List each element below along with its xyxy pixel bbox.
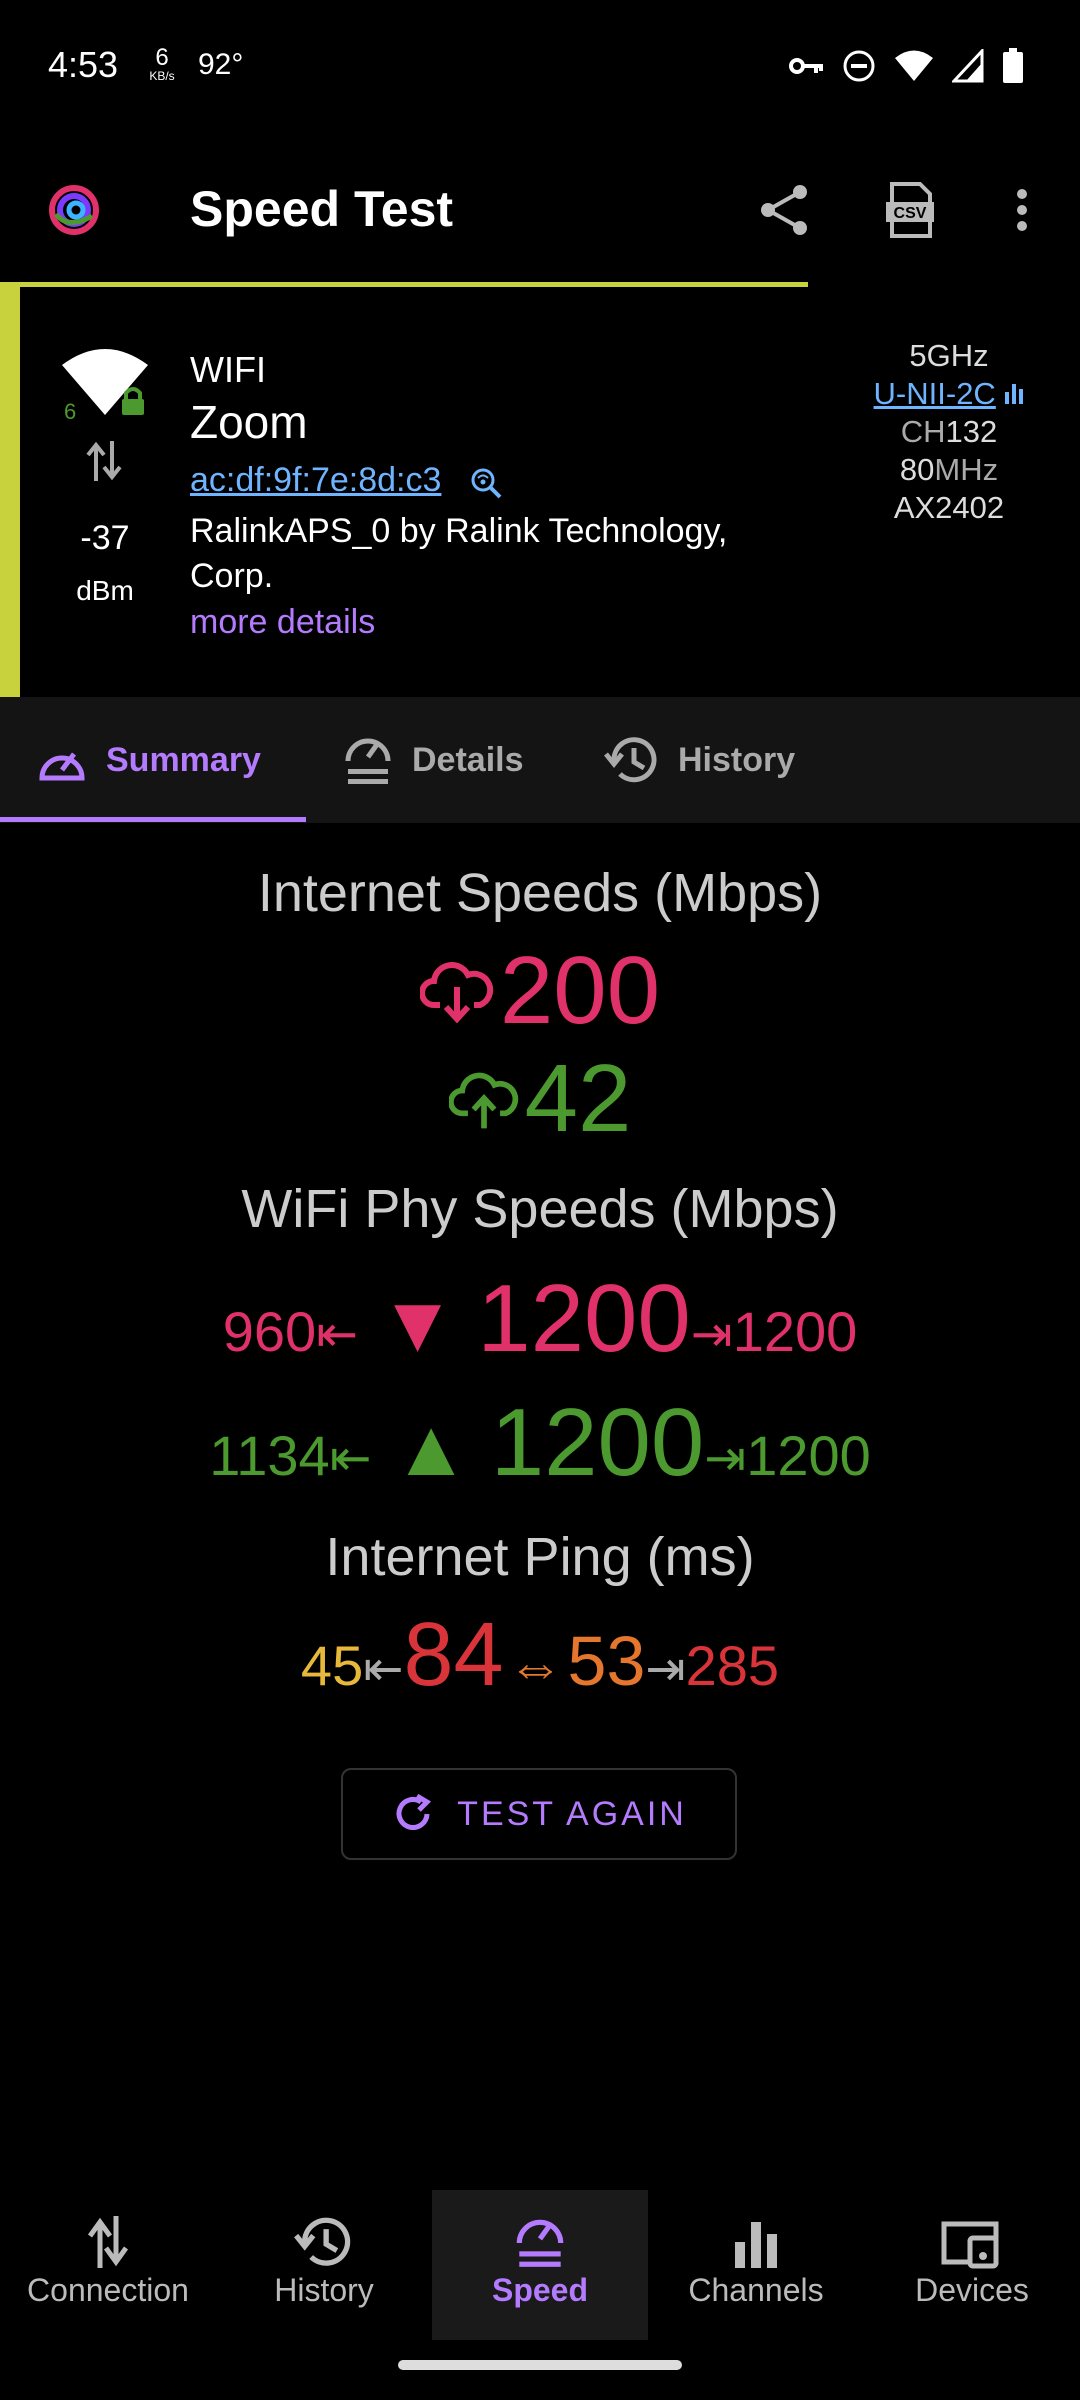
app-logo-icon — [49, 185, 99, 235]
down-triangle-icon: ▼ — [378, 1279, 458, 1368]
status-time: 4:53 — [48, 44, 119, 85]
max-arrow-icon: ⇥ — [690, 1306, 733, 1362]
phy-speeds-title: WiFi Phy Speeds (Mbps) — [241, 1179, 839, 1239]
wifi-signal-icon: 6 — [62, 349, 148, 424]
speedometer-icon — [516, 2219, 564, 2267]
max-arrow-icon: ⇥ — [645, 1643, 686, 1696]
nav-speed[interactable]: Speed — [432, 2190, 648, 2340]
bssid-link[interactable]: ac:df:9f:7e:8d:c3 — [190, 461, 441, 500]
ping-row: 45 ⇤ 84 ⇔ 53 ⇥ 285 — [0, 1604, 1080, 1707]
network-speed-indicator: 6 KB/s — [149, 44, 175, 83]
nav-connection[interactable]: Connection — [0, 2190, 216, 2340]
history-icon — [294, 2217, 351, 2266]
test-again-button[interactable]: TEST AGAIN — [341, 1768, 737, 1860]
frequency-band: 5GHz — [909, 338, 989, 373]
tx-phy-speed: 1200 — [490, 1389, 705, 1496]
max-arrow-icon: ⇥ — [704, 1430, 747, 1486]
channel-width-unit: MHz — [934, 452, 999, 487]
tx-min: 1134 — [209, 1424, 330, 1487]
ssid: Zoom — [190, 396, 308, 448]
tx-max: 1200 — [746, 1424, 871, 1487]
rx-min: 960 — [222, 1300, 317, 1363]
ping-min: 45 — [300, 1634, 364, 1697]
internet-speeds-title: Internet Speeds (Mbps) — [257, 863, 823, 923]
speedometer-detail-icon — [345, 738, 391, 784]
ping-max: 285 — [685, 1634, 780, 1697]
cell-signal-icon — [952, 49, 984, 83]
rx-phy-speed: 1200 — [477, 1265, 691, 1372]
page-title: Speed Test — [190, 181, 454, 237]
cloud-download-icon — [419, 962, 494, 1023]
svg-text:CSV: CSV — [894, 205, 927, 222]
home-gesture-handle[interactable] — [398, 2360, 682, 2370]
ping-average: 53 — [567, 1622, 646, 1700]
nav-history[interactable]: History — [216, 2190, 432, 2340]
min-arrow-icon: ⇤ — [329, 1430, 372, 1486]
ping-title: Internet Ping (ms) — [325, 1527, 755, 1587]
rx-phy-row: 960 ⇤ ▼ 1200 ⇥ 1200 — [0, 1264, 1080, 1374]
overflow-menu-icon[interactable] — [1012, 182, 1032, 238]
tab-summary[interactable]: Summary — [36, 697, 261, 823]
unii-band-link[interactable]: U-NII-2C — [874, 376, 996, 411]
tab-details[interactable]: Details — [342, 697, 524, 823]
speedometer-icon — [39, 752, 85, 781]
bar-chart-icon — [735, 2222, 777, 2268]
history-icon — [604, 737, 657, 783]
csv-export-icon[interactable]: CSV — [884, 182, 936, 238]
nav-devices[interactable]: Devices — [864, 2190, 1080, 2340]
device-model: AX2402 — [893, 490, 1005, 525]
min-arrow-icon: ⇤ — [316, 1306, 359, 1362]
ping-current: 84 — [403, 1605, 504, 1705]
rx-max: 1200 — [732, 1300, 858, 1363]
signal-color-bar — [0, 287, 20, 697]
dnd-icon — [843, 50, 875, 82]
search-wifi-icon[interactable] — [468, 465, 504, 501]
tx-phy-row: 1134 ⇤ ▲ 1200 ⇥ 1200 — [0, 1388, 1080, 1498]
cloud-upload-icon — [448, 1072, 518, 1129]
up-down-arrows-icon — [86, 441, 122, 481]
tab-history[interactable]: History — [604, 697, 795, 823]
app-bar: Speed Test CSV — [0, 140, 1080, 280]
status-icons — [788, 48, 1024, 84]
vendor-name: RalinkAPS_0 by Ralink Technology, Corp. — [190, 512, 728, 595]
nav-channels[interactable]: Channels — [648, 2190, 864, 2340]
bottom-navigation: Connection History Speed Channels Device… — [0, 2180, 1080, 2340]
connection-type: WIFI — [190, 349, 266, 390]
active-tab-indicator — [0, 817, 306, 822]
refresh-icon — [396, 1793, 432, 1830]
chart-bars-icon — [1005, 384, 1024, 404]
channel-width: 80 — [899, 452, 935, 487]
share-icon[interactable] — [758, 182, 810, 238]
wifi-status-icon — [895, 50, 933, 81]
tab-bar: Summary Details History — [0, 697, 1080, 823]
channel-label: CH — [900, 414, 946, 449]
channel-info: 5GHz U-NII-2C CH132 80MHz AX2402 — [854, 337, 1044, 527]
wifi-gen-label: 6 — [64, 399, 76, 424]
network-card[interactable]: 6 -37 dBm WIFI Zoom ac:df:9f:7e:8d:c3 Ra… — [0, 287, 1080, 697]
temperature: 92° — [198, 48, 244, 81]
devices-icon — [941, 2221, 999, 2269]
up-triangle-icon: ▲ — [391, 1403, 471, 1492]
upload-speed: 42 — [524, 1045, 632, 1152]
vpn-key-icon — [789, 58, 823, 74]
up-down-arrows-icon — [87, 2216, 129, 2268]
min-arrow-icon: ⇤ — [363, 1643, 404, 1696]
rssi-unit: dBm — [76, 575, 134, 606]
channel-number: 132 — [945, 414, 998, 449]
download-speed-row: 200 — [0, 936, 1080, 1046]
download-speed: 200 — [499, 937, 661, 1044]
rssi-value: -37 — [80, 519, 130, 557]
avg-arrow-icon: ⇔ — [507, 1634, 564, 1697]
upload-speed-row: 42 — [0, 1044, 1080, 1154]
more-details-link[interactable]: more details — [190, 603, 375, 642]
status-bar: 4:53 6 KB/s 92° — [0, 0, 1080, 140]
battery-icon — [1003, 48, 1023, 83]
